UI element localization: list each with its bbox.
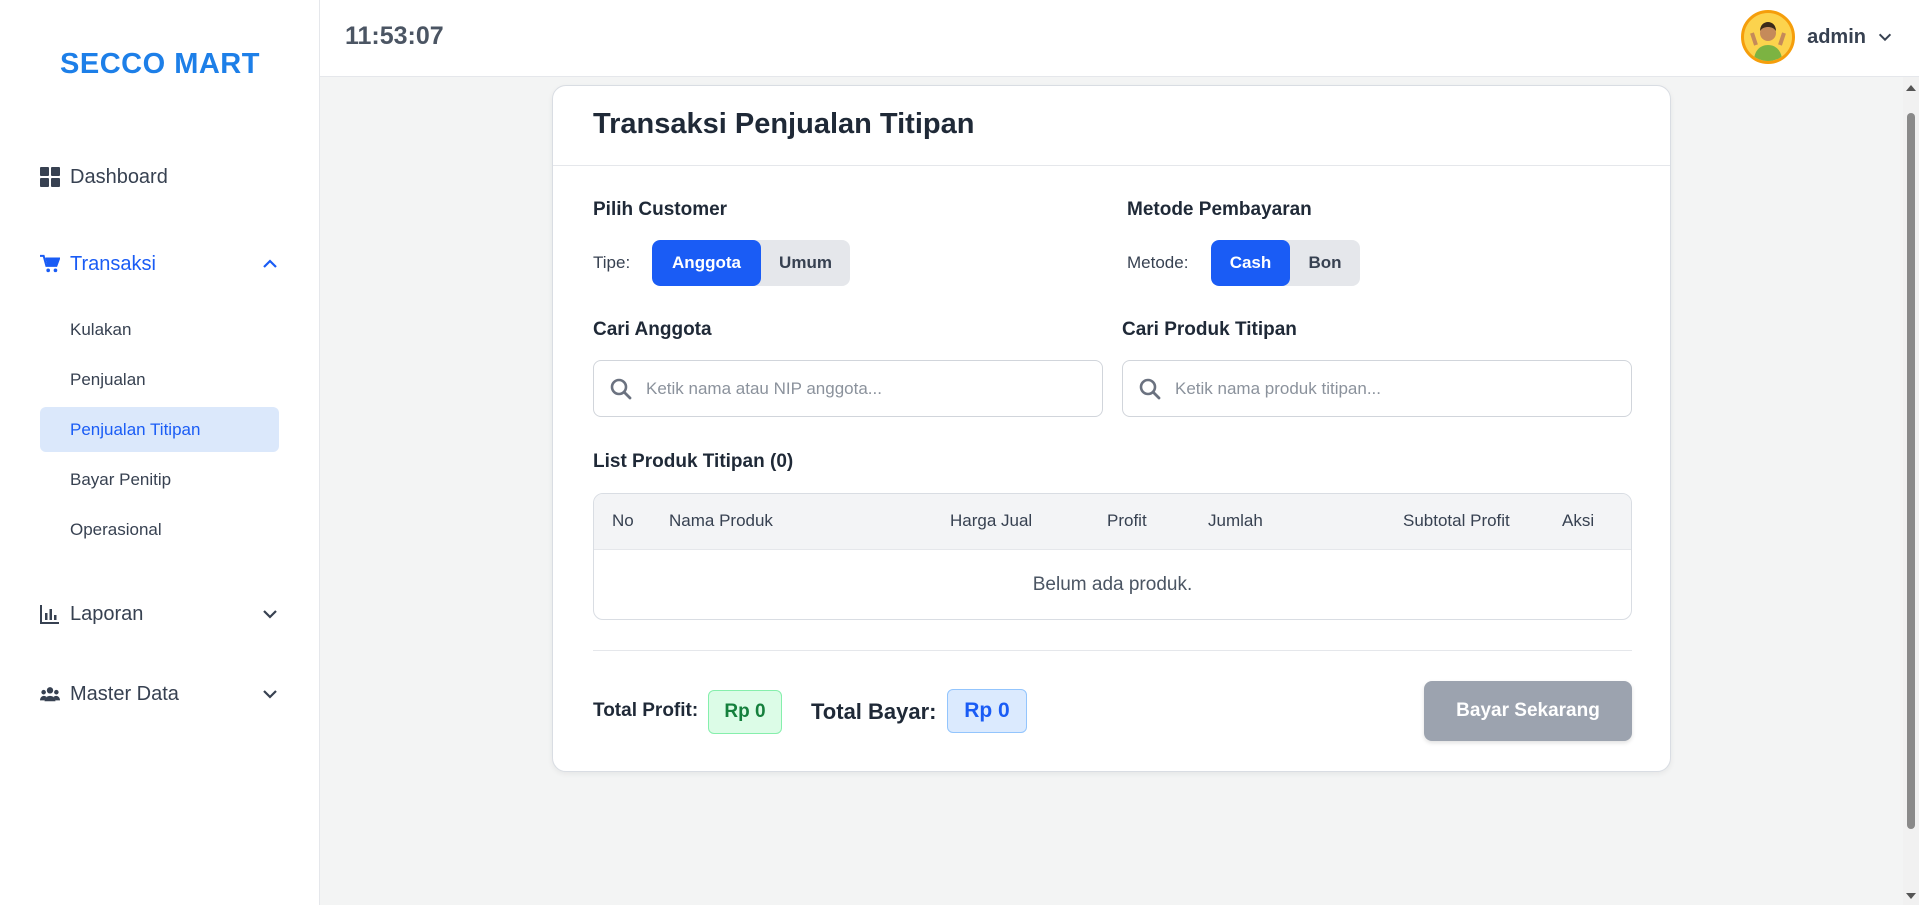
column-header-aksi: Aksi <box>1562 511 1595 530</box>
search-member-label: Cari Anggota <box>593 319 712 340</box>
sidebar-item-dashboard[interactable]: Dashboard <box>40 161 280 193</box>
sidebar-subitem-penjualan-titipan[interactable]: Penjualan Titipan <box>40 407 279 452</box>
search-product-input[interactable] <box>1175 378 1618 399</box>
top-bar: 11:53:07 admin <box>320 0 1919 77</box>
search-member-field <box>593 360 1103 417</box>
sidebar-item-transaksi[interactable]: Transaksi <box>40 248 280 280</box>
payment-section-label: Metode Pembayaran <box>1127 199 1312 220</box>
sidebar-subitem-penjualan[interactable]: Penjualan <box>40 357 279 402</box>
column-header-jumlah: Jumlah <box>1208 511 1263 530</box>
column-header-subtotal-profit: Subtotal Profit <box>1403 511 1510 530</box>
page-title: Transaksi Penjualan Titipan <box>593 108 975 140</box>
chevron-down-icon[interactable] <box>1876 28 1894 46</box>
pay-now-button[interactable]: Bayar Sekarang <box>1424 681 1632 741</box>
column-header-no: No <box>612 511 634 530</box>
metode-toggle: Cash Bon <box>1211 240 1360 286</box>
search-icon <box>1139 378 1161 399</box>
sidebar-item-label: Transaksi <box>70 252 156 275</box>
search-product-field <box>1122 360 1632 417</box>
avatar[interactable] <box>1741 10 1796 64</box>
total-profit-label: Total Profit: <box>593 700 699 721</box>
chevron-down-icon[interactable] <box>260 604 280 624</box>
shopping-cart-icon <box>40 254 60 274</box>
sidebar-item-label: Laporan <box>70 602 144 625</box>
brand-logo[interactable]: SECCO MART <box>0 48 320 81</box>
table-header: No Nama Produk Harga Jual Profit Jumlah … <box>594 494 1631 550</box>
search-icon <box>610 378 632 399</box>
sidebar-item-master-data[interactable]: Master Data <box>40 678 280 710</box>
bar-chart-icon <box>40 604 60 624</box>
column-header-nama-produk: Nama Produk <box>669 511 773 530</box>
user-menu[interactable]: admin <box>1741 10 1894 64</box>
chevron-up-icon[interactable] <box>260 254 280 274</box>
divider <box>593 650 1632 651</box>
metode-label: Metode: <box>1127 253 1189 272</box>
scroll-thumb[interactable] <box>1907 113 1915 829</box>
metode-option-bon[interactable]: Bon <box>1290 240 1360 286</box>
search-product-label: Cari Produk Titipan <box>1122 319 1297 340</box>
empty-state: Belum ada produk. <box>1032 574 1193 595</box>
sidebar-subitem-kulakan[interactable]: Kulakan <box>40 307 279 352</box>
dashboard-icon <box>40 167 60 187</box>
username[interactable]: admin <box>1807 26 1866 49</box>
sidebar-item-laporan[interactable]: Laporan <box>40 598 280 630</box>
clock: 11:53:07 <box>345 22 444 50</box>
metode-option-cash[interactable]: Cash <box>1211 240 1290 286</box>
column-header-harga-jual: Harga Jual <box>950 511 1033 530</box>
tipe-toggle: Anggota Umum <box>652 240 850 286</box>
scroll-down-icon[interactable] <box>1903 889 1919 903</box>
total-bayar-value: Rp 0 <box>947 689 1027 733</box>
transaction-card: Transaksi Penjualan Titipan Pilih Custom… <box>552 85 1671 772</box>
column-header-profit: Profit <box>1107 511 1147 530</box>
tipe-label: Tipe: <box>593 253 631 272</box>
scrollbar[interactable] <box>1903 77 1919 905</box>
scroll-up-icon[interactable] <box>1903 81 1919 95</box>
tipe-option-umum[interactable]: Umum <box>761 240 850 286</box>
card-header: Transaksi Penjualan Titipan <box>553 86 1670 166</box>
total-profit-value: Rp 0 <box>708 690 782 734</box>
chevron-down-icon[interactable] <box>260 684 280 704</box>
customer-section-label: Pilih Customer <box>593 199 728 220</box>
list-title: List Produk Titipan (0) <box>593 451 794 472</box>
users-icon <box>40 684 60 704</box>
search-member-input[interactable] <box>646 378 1089 399</box>
total-bayar-label: Total Bayar: <box>811 699 937 724</box>
product-table: No Nama Produk Harga Jual Profit Jumlah … <box>593 493 1632 620</box>
sidebar: SECCO MART Dashboard Transaksi Kulakan P… <box>0 0 320 905</box>
sidebar-subitem-bayar-penitip[interactable]: Bayar Penitip <box>40 457 279 502</box>
sidebar-item-label: Master Data <box>70 682 179 705</box>
tipe-option-anggota[interactable]: Anggota <box>652 240 761 286</box>
sidebar-subitem-operasional[interactable]: Operasional <box>40 507 279 552</box>
sidebar-item-label: Dashboard <box>70 165 168 188</box>
